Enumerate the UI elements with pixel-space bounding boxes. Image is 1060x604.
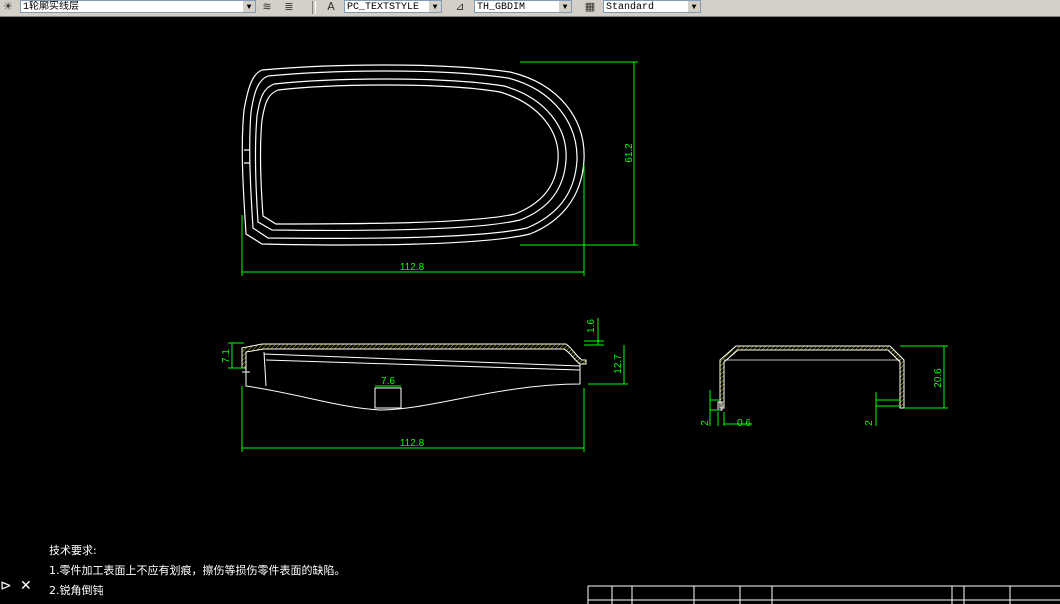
top-view-width-dim: 112.8 [400,262,425,273]
notes-heading: 技术要求: [49,544,97,557]
dim-style-dropdown[interactable]: TH_GBDIM ▼ [474,0,572,13]
dim-style-value: TH_GBDIM [477,2,526,13]
properties-toolbar: ☀ 1轮廓实线层 ▼ ≋ ≣ A PC_TEXTSTYLE ▼ ⊿ TH_GBD… [0,0,1060,17]
top-view-outer-outline [241,64,585,246]
ucs-arrow-icon: ⊳ [0,578,12,594]
drawing-canvas[interactable]: 112.8 61.2 112.8 7.1 1.6 12.7 7.6 20.6 2… [0,17,1060,604]
layer-previous-icon[interactable]: ≣ [281,0,297,14]
text-style-value: PC_TEXTSTYLE [347,2,420,13]
front-view-height-dim: 12.7 [613,354,624,374]
front-view-body-outline [245,364,581,411]
top-view-dimensions [241,61,638,276]
ucs-x-axis-icon: ✕ [20,578,32,594]
front-view-slot [374,387,402,409]
front-view [241,343,587,411]
table-style-value: Standard [606,2,655,13]
table-style-icon[interactable]: ▦ [582,0,598,14]
side-view-dimensions [709,345,948,426]
top-view-height-dim: 61.2 [624,143,635,163]
front-view-inner-line [263,351,581,387]
front-view-width-dim: 112.8 [400,438,425,449]
chevron-down-icon[interactable]: ▼ [559,1,571,12]
layer-state-icon[interactable]: ☀ [0,0,16,14]
chevron-down-icon[interactable]: ▼ [688,1,700,12]
notes-line-1: 1.零件加工表面上不应有划痕，擦伤等损伤零件表面的缺陷。 [49,564,346,577]
notes-line-2: 2.锐角倒钝 [49,584,104,597]
front-view-thickness-dim: 1.6 [586,319,597,333]
table-style-dropdown[interactable]: Standard ▼ [603,0,701,13]
front-view-left-dim: 7.1 [221,349,232,363]
side-view-left-small-dim: 2 [700,420,711,426]
technical-requirements: 技术要求: 1.零件加工表面上不应有划痕，擦伤等损伤零件表面的缺陷。 2.锐角倒… [49,543,346,603]
top-view-inner-outline-3 [259,84,559,225]
layer-dropdown[interactable]: 1轮廓实线层 ▼ [20,0,256,13]
top-view [241,64,585,246]
chevron-down-icon[interactable]: ▼ [429,1,441,12]
dim-style-icon[interactable]: ⊿ [452,0,468,14]
layer-name: 1轮廓实线层 [23,2,80,13]
front-view-dimensions [228,318,628,452]
front-view-slot-dim: 7.6 [381,376,395,387]
top-view-inner-outline-2 [254,78,567,232]
side-view-wall-dim: 0.6 [737,418,751,429]
title-block [587,585,1060,604]
make-current-layer-icon[interactable]: ≋ [259,0,275,14]
chevron-down-icon[interactable]: ▼ [243,1,255,12]
text-style-icon[interactable]: A [323,0,339,14]
side-view-height-dim: 20.6 [933,368,944,388]
toolbar-separator [312,1,316,14]
text-style-dropdown[interactable]: PC_TEXTSTYLE ▼ [344,0,442,13]
side-view-right-small-dim: 2 [864,420,875,426]
